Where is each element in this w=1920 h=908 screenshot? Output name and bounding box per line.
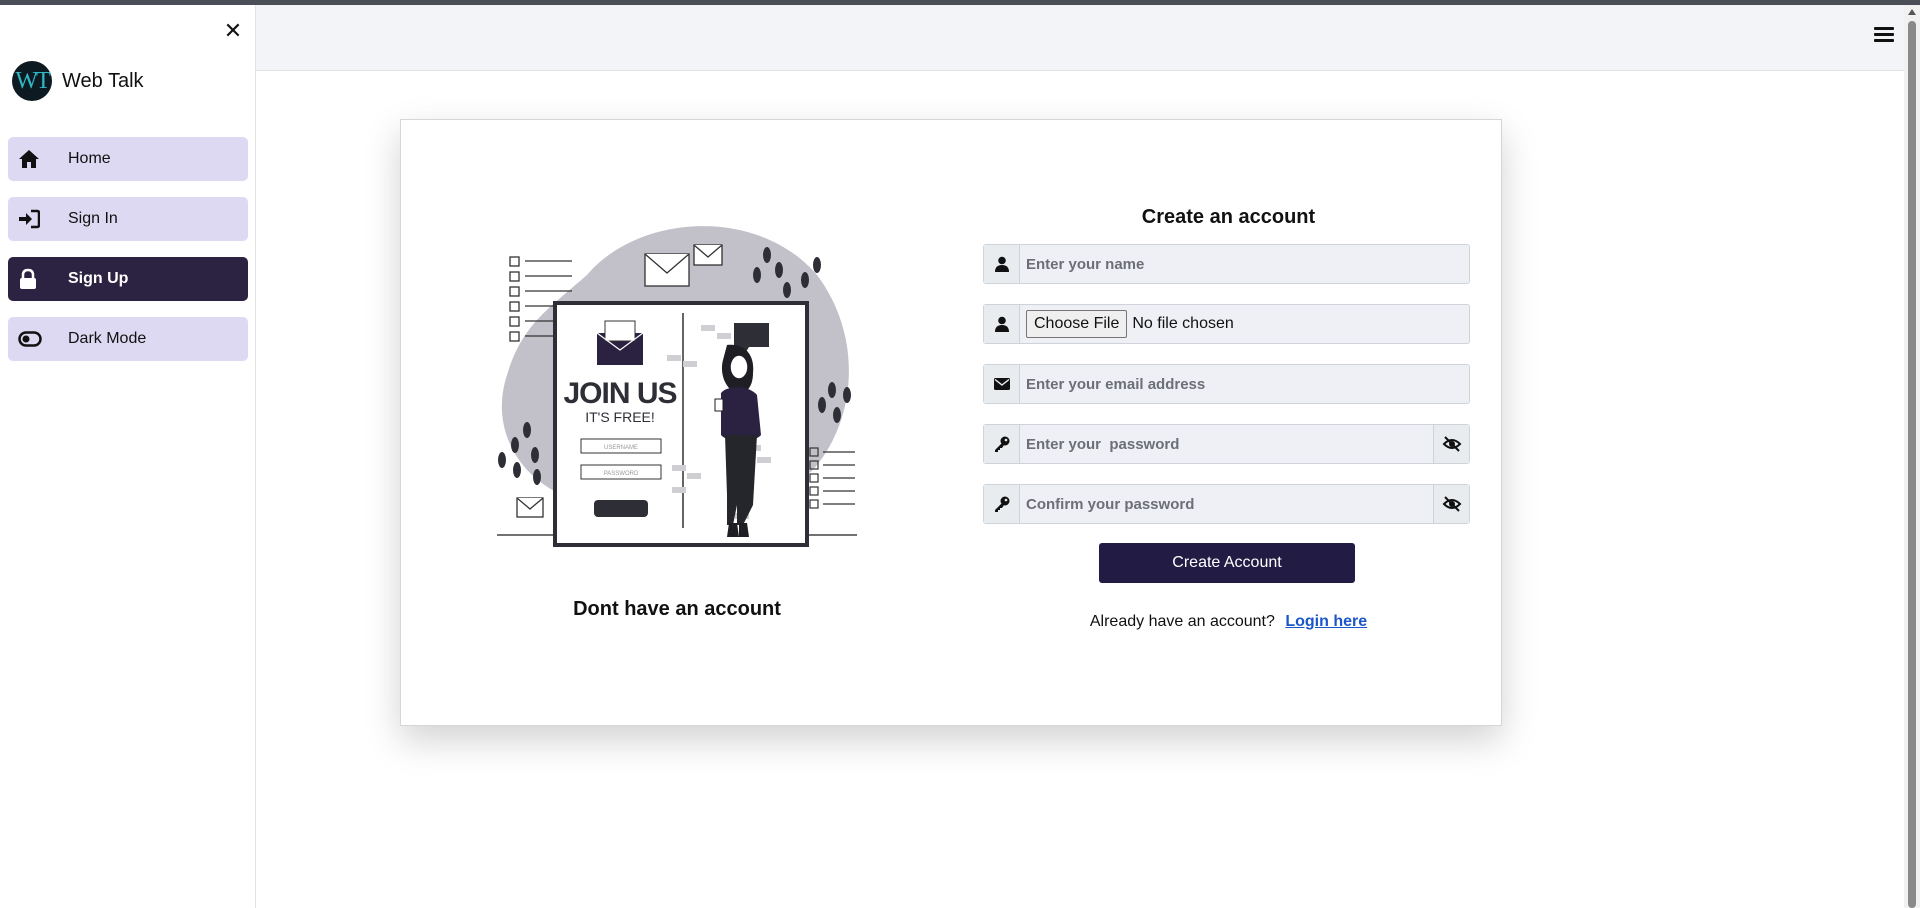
sidebar-item-label: Dark Mode xyxy=(68,330,147,347)
sidebar-item-dark-mode[interactable]: Dark Mode xyxy=(8,317,248,361)
login-here-link[interactable]: Login here xyxy=(1285,613,1367,630)
page-scrollbar[interactable] xyxy=(1904,5,1920,908)
password-field xyxy=(983,424,1470,464)
sidebar-item-label: Sign Up xyxy=(68,270,129,287)
email-input[interactable] xyxy=(1020,365,1469,403)
key-icon xyxy=(984,425,1020,463)
password-input[interactable] xyxy=(1020,425,1433,463)
sidebar-item-sign-in[interactable]: Sign In xyxy=(8,197,248,241)
dont-have-account-caption: Dont have an account xyxy=(573,598,781,620)
scroll-thumb[interactable] xyxy=(1908,21,1916,908)
brand[interactable]: WT Web Talk xyxy=(12,60,144,102)
illustration-subline: IT'S FREE! xyxy=(585,409,655,425)
user-icon xyxy=(984,305,1020,343)
sidebar: ✕ WT Web Talk Home Sign In Sign Up Dark … xyxy=(0,5,256,908)
eye-slash-icon[interactable] xyxy=(1433,485,1469,523)
brand-logo: WT xyxy=(12,61,52,101)
hamburger-icon[interactable] xyxy=(1874,27,1894,47)
illustration-headline: JOIN US xyxy=(563,377,676,410)
user-icon xyxy=(984,245,1020,283)
email-field xyxy=(983,364,1470,404)
scroll-up-arrow[interactable] xyxy=(1908,9,1916,15)
form-title: Create an account xyxy=(1141,206,1316,228)
sidebar-item-label: Sign In xyxy=(68,210,118,227)
brand-logo-text: WT xyxy=(15,67,50,94)
illustration-field-username: USERNAME xyxy=(604,445,638,451)
confirm-password-input[interactable] xyxy=(1020,485,1433,523)
name-field xyxy=(983,244,1470,284)
sidebar-item-label: Home xyxy=(68,150,111,167)
sidebar-item-home[interactable]: Home xyxy=(8,137,248,181)
login-prompt-line: Already have an account? Login here xyxy=(983,613,1474,631)
envelope-icon xyxy=(984,365,1020,403)
sidebar-item-sign-up[interactable]: Sign Up xyxy=(8,257,248,301)
key-icon xyxy=(984,485,1020,523)
signup-card: JOIN US IT'S FREE! USERNAME PASSWORD Don… xyxy=(400,119,1502,726)
name-input[interactable] xyxy=(1020,245,1469,283)
file-picker: Choose File No file chosen xyxy=(1020,305,1469,343)
sign-in-icon xyxy=(18,207,54,231)
avatar-file-field: Choose File No file chosen xyxy=(983,304,1470,344)
toggle-icon xyxy=(18,327,54,351)
confirm-password-field xyxy=(983,484,1470,524)
choose-file-button[interactable]: Choose File xyxy=(1026,310,1128,338)
close-sidebar-button[interactable]: ✕ xyxy=(220,17,246,45)
close-icon: ✕ xyxy=(223,18,243,44)
illustration-field-password: PASSWORD xyxy=(604,471,639,477)
file-status: No file chosen xyxy=(1132,315,1234,332)
lock-icon xyxy=(18,267,54,291)
home-icon xyxy=(18,147,54,171)
join-us-illustration: JOIN US IT'S FREE! USERNAME PASSWORD xyxy=(487,215,877,555)
create-account-button[interactable]: Create Account xyxy=(1099,543,1355,583)
login-prompt-text: Already have an account? xyxy=(1089,613,1275,630)
brand-name: Web Talk xyxy=(62,69,144,92)
top-header xyxy=(256,5,1904,71)
eye-slash-icon[interactable] xyxy=(1433,425,1469,463)
